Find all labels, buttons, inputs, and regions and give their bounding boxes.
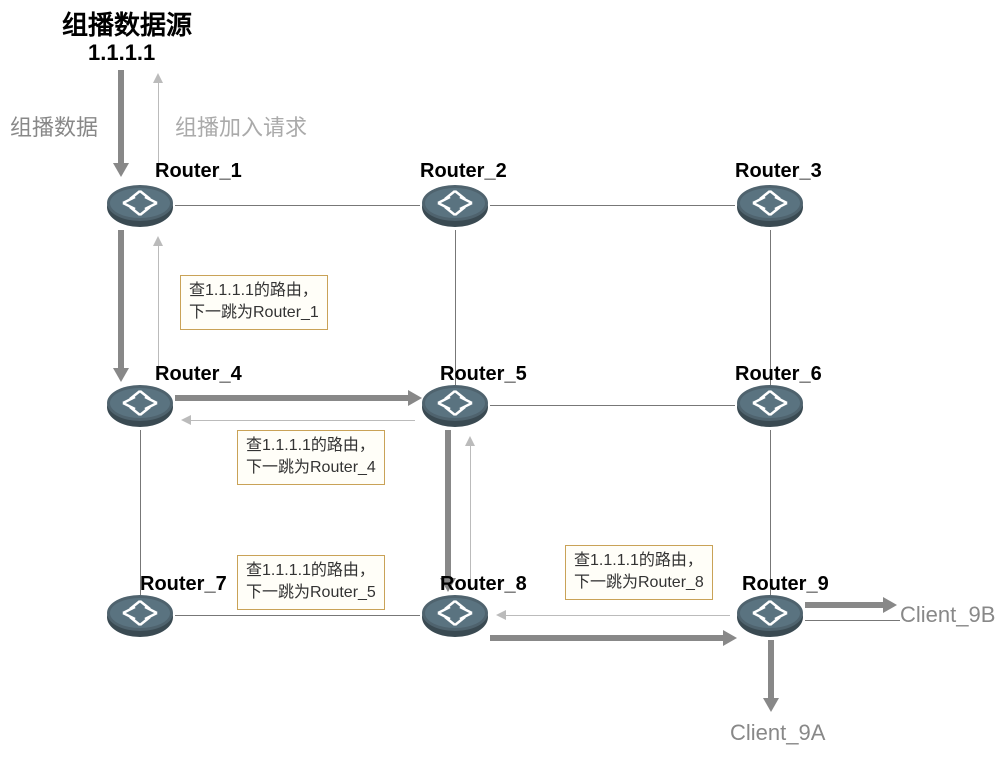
label-r5: Router_5 — [440, 363, 527, 386]
note-r4-line2: 下一跳为Router_1 — [189, 302, 319, 324]
note-r9: 查1.1.1.1的路由， 下一跳为Router_8 — [565, 545, 713, 600]
link-r2-r3 — [490, 205, 735, 206]
join-line-r4-r1 — [158, 245, 159, 380]
join-line-r8-r5 — [470, 445, 471, 590]
router-1-icon — [105, 185, 175, 230]
note-r8: 查1.1.1.1的路由， 下一跳为Router_5 — [237, 555, 385, 610]
note-r4: 查1.1.1.1的路由， 下一跳为Router_1 — [180, 275, 328, 330]
data-arrowhead-r1-r4 — [113, 368, 129, 382]
router-7-icon — [105, 595, 175, 640]
link-r5-r6 — [490, 405, 735, 406]
link-r3-r6 — [770, 230, 771, 385]
label-r6: Router_6 — [735, 363, 822, 386]
note-r8-line2: 下一跳为Router_5 — [246, 582, 376, 604]
join-arrowhead-r9-r8 — [496, 610, 506, 620]
join-arrowhead-r4-r1 — [153, 236, 163, 246]
note-r4-line1: 查1.1.1.1的路由， — [189, 280, 319, 302]
router-5-icon — [420, 385, 490, 430]
note-r9-line2: 下一跳为Router_8 — [574, 572, 704, 594]
link-r4-r7 — [140, 430, 141, 595]
label-r4: Router_4 — [155, 363, 242, 386]
join-line-r5-r4 — [190, 420, 415, 421]
label-r7: Router_7 — [140, 573, 227, 596]
source-title: 组播数据源 — [62, 5, 192, 42]
note-r5-line2: 下一跳为Router_4 — [246, 457, 376, 479]
data-arrow-r5-r8 — [445, 430, 451, 580]
link-r9-c9b — [805, 620, 900, 621]
link-r2-r5 — [455, 230, 456, 385]
label-r8: Router_8 — [440, 573, 527, 596]
router-8-icon — [420, 595, 490, 640]
link-r1-r2 — [175, 205, 420, 206]
router-3-icon — [735, 185, 805, 230]
data-arrow-r9-c9a — [768, 640, 774, 700]
data-arrowhead-r9-c9a — [763, 698, 779, 712]
data-arrowhead-r9-c9b — [883, 597, 897, 613]
label-r3: Router_3 — [735, 160, 822, 183]
join-line-r9-r8 — [505, 615, 730, 616]
data-arrow-r1-r4 — [118, 230, 124, 370]
join-arrowhead-r8-r5 — [465, 436, 475, 446]
client-9a-label: Client_9A — [730, 720, 825, 746]
join-request-label: 组播加入请求 — [175, 110, 307, 142]
data-arrow-r4-r5 — [175, 395, 410, 401]
join-arrowhead-r5-r4 — [181, 415, 191, 425]
router-9-icon — [735, 595, 805, 640]
label-r2: Router_2 — [420, 160, 507, 183]
note-r5-line1: 查1.1.1.1的路由， — [246, 435, 376, 457]
label-r9: Router_9 — [742, 573, 829, 596]
link-r6-r9 — [770, 430, 771, 595]
router-6-icon — [735, 385, 805, 430]
data-arrow-src-r1 — [118, 70, 124, 165]
router-2-icon — [420, 185, 490, 230]
data-arrowhead-src-r1 — [113, 163, 129, 177]
multicast-data-label: 组播数据 — [10, 110, 98, 142]
label-r1: Router_1 — [155, 160, 242, 183]
router-4-icon — [105, 385, 175, 430]
data-arrow-r9-c9b — [805, 602, 885, 608]
note-r9-line1: 查1.1.1.1的路由， — [574, 550, 704, 572]
data-arrow-r8-r9 — [490, 635, 725, 641]
note-r8-line1: 查1.1.1.1的路由， — [246, 560, 376, 582]
link-r7-r8 — [175, 615, 420, 616]
join-arrowhead-r1-src — [153, 73, 163, 83]
source-ip: 1.1.1.1 — [88, 40, 155, 66]
client-9b-label: Client_9B — [900, 602, 995, 628]
note-r5: 查1.1.1.1的路由， 下一跳为Router_4 — [237, 430, 385, 485]
